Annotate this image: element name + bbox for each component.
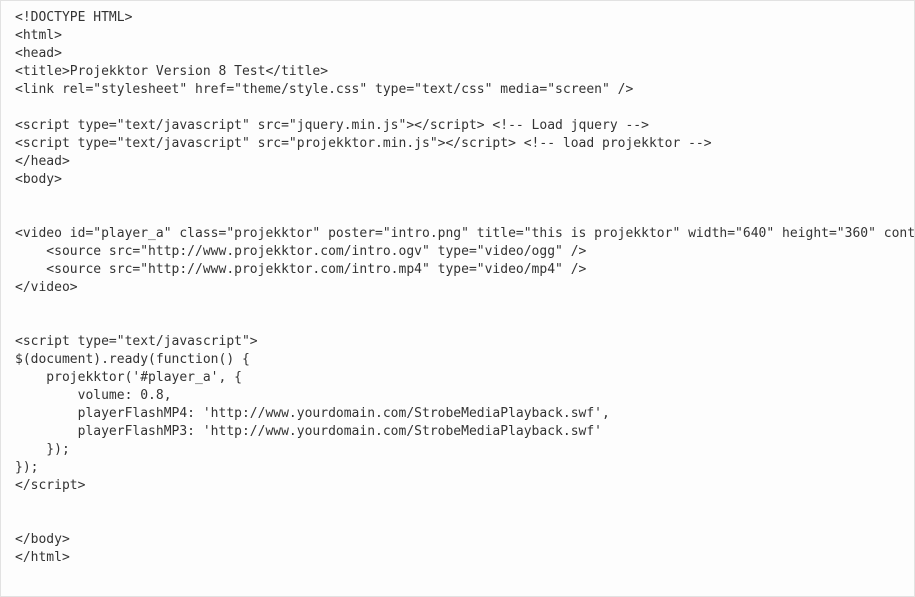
code-line: <title>Projekktor Version 8 Test</title> (15, 63, 900, 81)
code-line: <!DOCTYPE HTML> (15, 9, 900, 27)
code-line: <script type="text/javascript"> (15, 333, 900, 351)
code-line: <body> (15, 171, 900, 189)
code-line: </video> (15, 279, 900, 297)
code-line: <video id="player_a" class="projekktor" … (15, 225, 900, 243)
code-line: </body> (15, 531, 900, 549)
code-line: <script type="text/javascript" src="jque… (15, 117, 900, 135)
code-line: playerFlashMP4: 'http://www.yourdomain.c… (15, 405, 900, 423)
code-line: playerFlashMP3: 'http://www.yourdomain.c… (15, 423, 900, 441)
code-line (15, 189, 900, 207)
code-line: <source src="http://www.projekktor.com/i… (15, 261, 900, 279)
code-line: projekktor('#player_a', { (15, 369, 900, 387)
code-line (15, 99, 900, 117)
code-line: <source src="http://www.projekktor.com/i… (15, 243, 900, 261)
code-line: <head> (15, 45, 900, 63)
code-line: </html> (15, 549, 900, 567)
code-line: <html> (15, 27, 900, 45)
code-line: <link rel="stylesheet" href="theme/style… (15, 81, 900, 99)
code-line (15, 207, 900, 225)
code-line: volume: 0.8, (15, 387, 900, 405)
code-line: </script> (15, 477, 900, 495)
code-line: }); (15, 459, 900, 477)
code-line: $(document).ready(function() { (15, 351, 900, 369)
code-line: <script type="text/javascript" src="proj… (15, 135, 900, 153)
code-line (15, 495, 900, 513)
code-line (15, 315, 900, 333)
code-block: <!DOCTYPE HTML><html><head><title>Projek… (0, 0, 915, 597)
code-line: }); (15, 441, 900, 459)
code-line: </head> (15, 153, 900, 171)
code-line (15, 297, 900, 315)
code-line (15, 513, 900, 531)
